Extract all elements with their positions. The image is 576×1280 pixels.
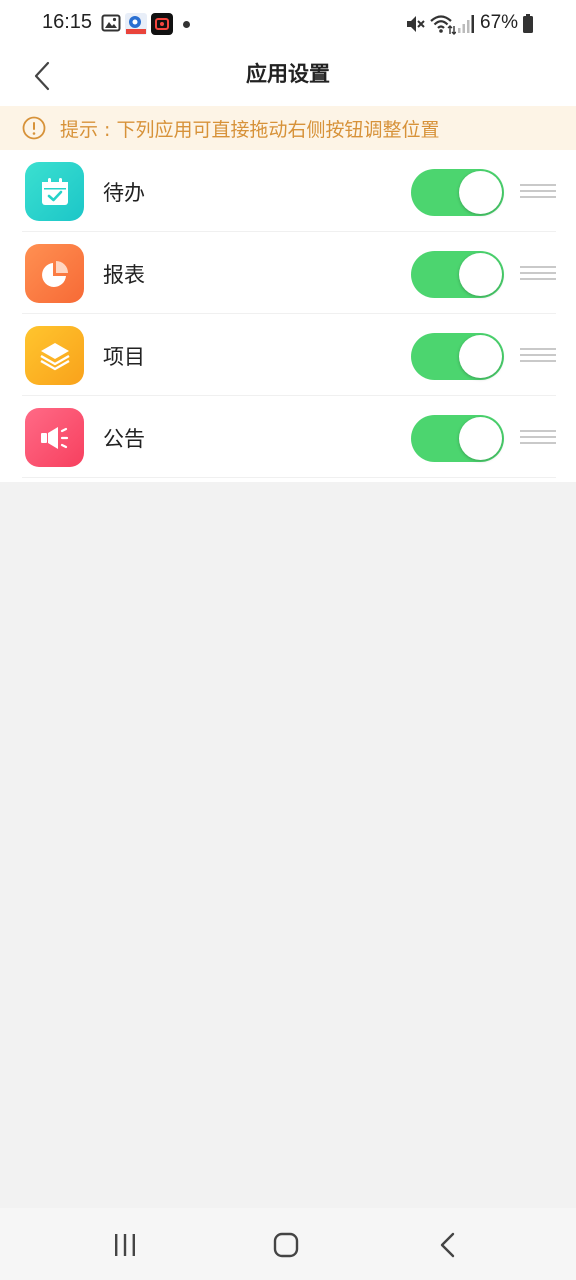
list-item-announcement: 公告	[0, 396, 576, 478]
toggle-switch[interactable]	[411, 251, 504, 298]
signal-icon	[457, 13, 475, 39]
status-time: 16:15	[42, 11, 93, 33]
list-item-todo: 待办	[0, 150, 576, 232]
app-notification-icon	[125, 13, 147, 39]
home-button[interactable]	[272, 1232, 300, 1262]
more-notifications-dot	[183, 21, 190, 28]
pie-chart-icon	[25, 244, 84, 303]
list-item-project: 项目	[0, 314, 576, 396]
recents-icon	[115, 1234, 135, 1256]
drag-handle[interactable]	[520, 348, 556, 364]
toggle-knob	[459, 253, 502, 296]
wifi-icon	[430, 13, 457, 39]
tip-text: 提示 : 下列应用可直接拖动右侧按钮调整位置	[60, 119, 440, 141]
tip-banner: 提示 : 下列应用可直接拖动右侧按钮调整位置	[0, 106, 576, 150]
battery-percent: 67%	[480, 12, 519, 33]
screen-record-icon	[151, 13, 173, 39]
app-list: 待办 报表 项目 公告	[0, 150, 576, 482]
drag-handle[interactable]	[520, 266, 556, 282]
back-icon	[440, 1232, 455, 1258]
app-label: 待办	[103, 181, 145, 205]
app-label: 项目	[103, 345, 145, 369]
gallery-icon	[101, 13, 121, 37]
drag-handle[interactable]	[520, 430, 556, 446]
layers-icon	[25, 326, 84, 385]
info-icon	[22, 116, 46, 144]
system-back-button[interactable]	[437, 1232, 459, 1262]
header: 应用设置	[0, 48, 576, 106]
home-icon	[273, 1232, 299, 1258]
battery-icon	[522, 14, 534, 38]
status-bar: 16:15 67%	[0, 0, 576, 48]
toggle-knob	[459, 417, 502, 460]
app-label: 公告	[103, 427, 145, 451]
system-nav-bar	[0, 1208, 576, 1280]
recent-apps-button[interactable]	[112, 1232, 138, 1262]
toggle-knob	[459, 171, 502, 214]
megaphone-icon	[25, 408, 84, 467]
page-title: 应用设置	[246, 62, 330, 86]
toggle-switch[interactable]	[411, 169, 504, 216]
divider	[22, 477, 556, 478]
app-label: 报表	[103, 263, 145, 287]
toggle-switch[interactable]	[411, 333, 504, 380]
toggle-switch[interactable]	[411, 415, 504, 462]
drag-handle[interactable]	[520, 184, 556, 200]
toggle-knob	[459, 335, 502, 378]
calendar-check-icon	[25, 162, 84, 221]
list-item-report: 报表	[0, 232, 576, 314]
mute-icon	[404, 13, 426, 39]
